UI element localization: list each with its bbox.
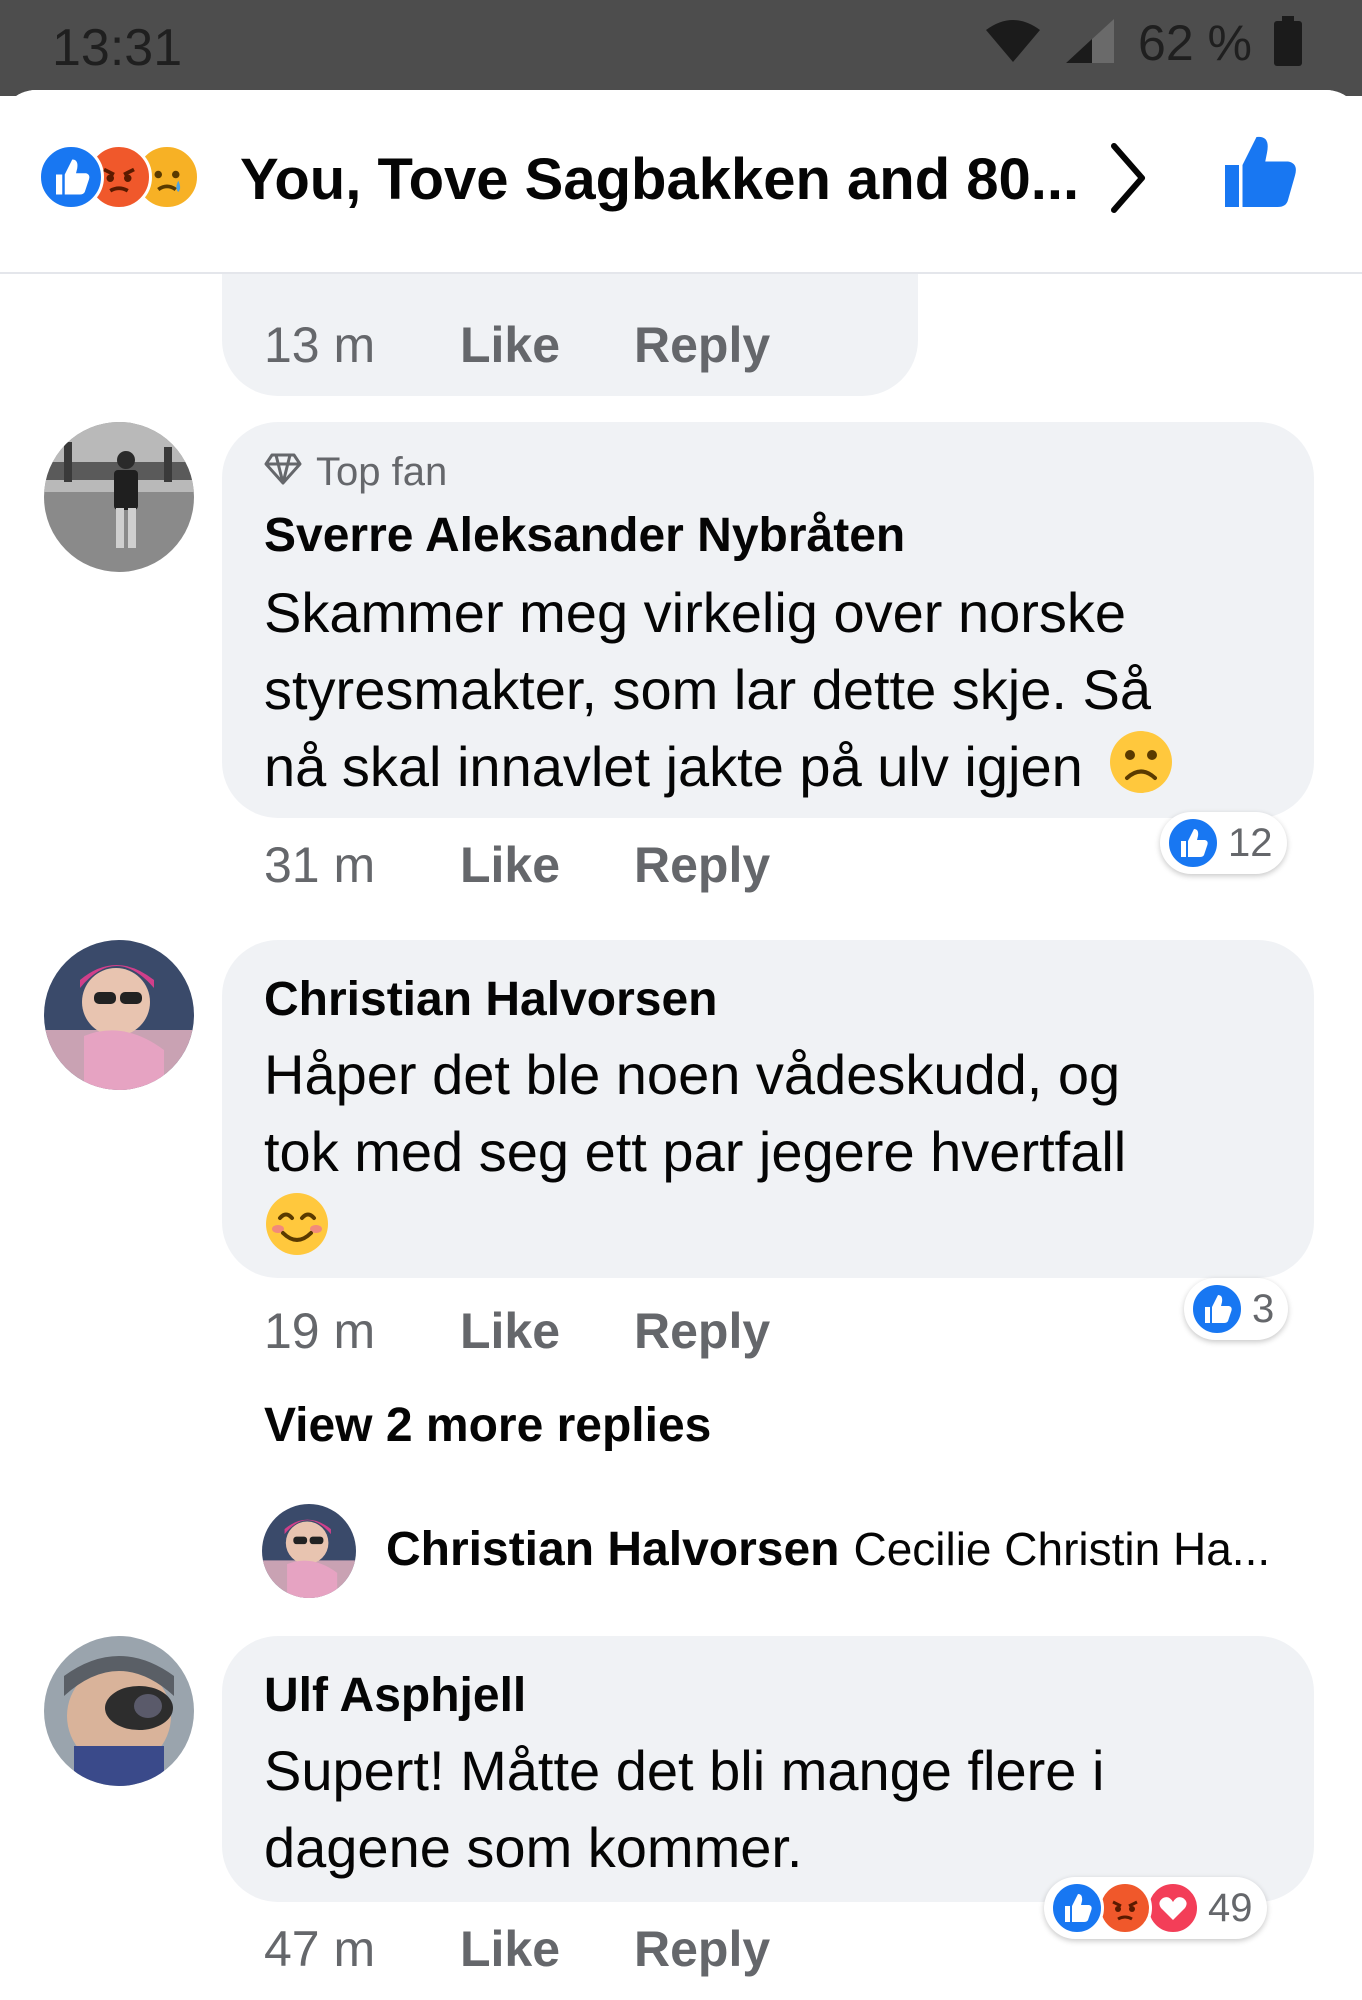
status-bar: 13:31 62 % [0, 0, 1362, 96]
angry-reaction-icon [1098, 1881, 1152, 1935]
reactions-header[interactable]: You, Tove Sagbakken and 80... [0, 90, 1362, 274]
reply-link[interactable]: Reply [634, 1920, 770, 1978]
reply-link[interactable]: Reply [634, 836, 770, 894]
comment-text: Håper det ble noen vådeskudd, og tok med… [264, 1036, 1304, 1276]
reaction-count: 49 [1208, 1885, 1253, 1930]
wifi-icon [984, 18, 1042, 69]
reaction-count-pill[interactable]: 3 [1184, 1278, 1289, 1340]
comment-line: tok med seg ett par jegere hvertfall [264, 1120, 1127, 1183]
comment-time: 19 m [264, 1303, 376, 1359]
like-link[interactable]: Like [460, 836, 560, 894]
header-reaction-icons [38, 144, 228, 214]
signal-icon [1064, 17, 1116, 70]
reply-author: Christian Halvorsen [386, 1523, 840, 1576]
comments-sheet: 13 m Like Reply Top fan Sverre Aleksande… [0, 90, 1362, 2000]
like-link[interactable]: Like [460, 316, 560, 374]
battery-icon [1274, 15, 1302, 71]
avatar[interactable] [44, 422, 194, 572]
like-link[interactable]: Like [460, 1920, 560, 1978]
comment-line: Håper det ble noen vådeskudd, og [264, 1043, 1121, 1106]
reply-link[interactable]: Reply [634, 316, 770, 374]
comment-author[interactable]: Ulf Asphjell [264, 1668, 526, 1723]
status-time: 13:31 [52, 19, 183, 77]
comment-time: 13 m [264, 317, 376, 373]
view-more-replies-link[interactable]: View 2 more replies [264, 1398, 711, 1453]
like-reaction-icon [1190, 1282, 1244, 1336]
like-button-icon[interactable] [1218, 130, 1302, 219]
reaction-count: 12 [1228, 820, 1273, 865]
comment-author[interactable]: Christian Halvorsen [264, 972, 717, 1027]
diamond-icon [264, 450, 302, 495]
comment-line: Skammer meg virkelig over norske [264, 581, 1127, 644]
comment-text: Skammer meg virkelig over norske styresm… [264, 574, 1304, 814]
comment-line: dagene som kommer. [264, 1816, 803, 1879]
reply-preview[interactable]: Christian Halvorsen Cecilie Christin Ha..… [386, 1522, 1270, 1577]
comment-author[interactable]: Sverre Aleksander Nybråten [264, 508, 905, 563]
reaction-count: 3 [1252, 1286, 1275, 1331]
comment-time: 31 m [264, 837, 376, 893]
comment-text: Supert! Måtte det bli mange flere i dage… [264, 1732, 1304, 1886]
chevron-right-icon[interactable] [1106, 140, 1150, 221]
love-reaction-icon [1146, 1881, 1200, 1935]
comment-line: styresmakter, som lar dette skje. Så [264, 658, 1151, 721]
reaction-count-pill[interactable]: 12 [1160, 812, 1287, 874]
reply-link[interactable]: Reply [634, 1302, 770, 1360]
like-link[interactable]: Like [460, 1302, 560, 1360]
reply-avatar[interactable] [262, 1504, 356, 1598]
avatar[interactable] [44, 940, 194, 1090]
reactors-summary[interactable]: You, Tove Sagbakken and 80... [240, 146, 1079, 213]
comment-line: nå skal innavlet jakte på ulv igjen [264, 735, 1083, 798]
like-reaction-icon [1050, 1881, 1104, 1935]
like-reaction-icon [38, 144, 104, 210]
reply-snippet: Cecilie Christin Ha... [853, 1523, 1271, 1575]
top-fan-label: Top fan [316, 450, 448, 494]
top-fan-badge: Top fan [264, 450, 447, 495]
status-indicators: 62 % [984, 14, 1302, 72]
comment-time: 47 m [264, 1921, 376, 1977]
comment-line: Supert! Måtte det bli mange flere i [264, 1739, 1105, 1802]
comments-list: 13 m Like Reply Top fan Sverre Aleksande… [0, 90, 1362, 2000]
avatar[interactable] [44, 1636, 194, 1786]
battery-percentage: 62 % [1138, 15, 1252, 71]
frowning-emoji-icon [1108, 729, 1174, 814]
reaction-count-pill[interactable]: 49 [1044, 1877, 1267, 1939]
like-reaction-icon [1166, 816, 1220, 870]
smiling-emoji-icon [264, 1191, 330, 1276]
